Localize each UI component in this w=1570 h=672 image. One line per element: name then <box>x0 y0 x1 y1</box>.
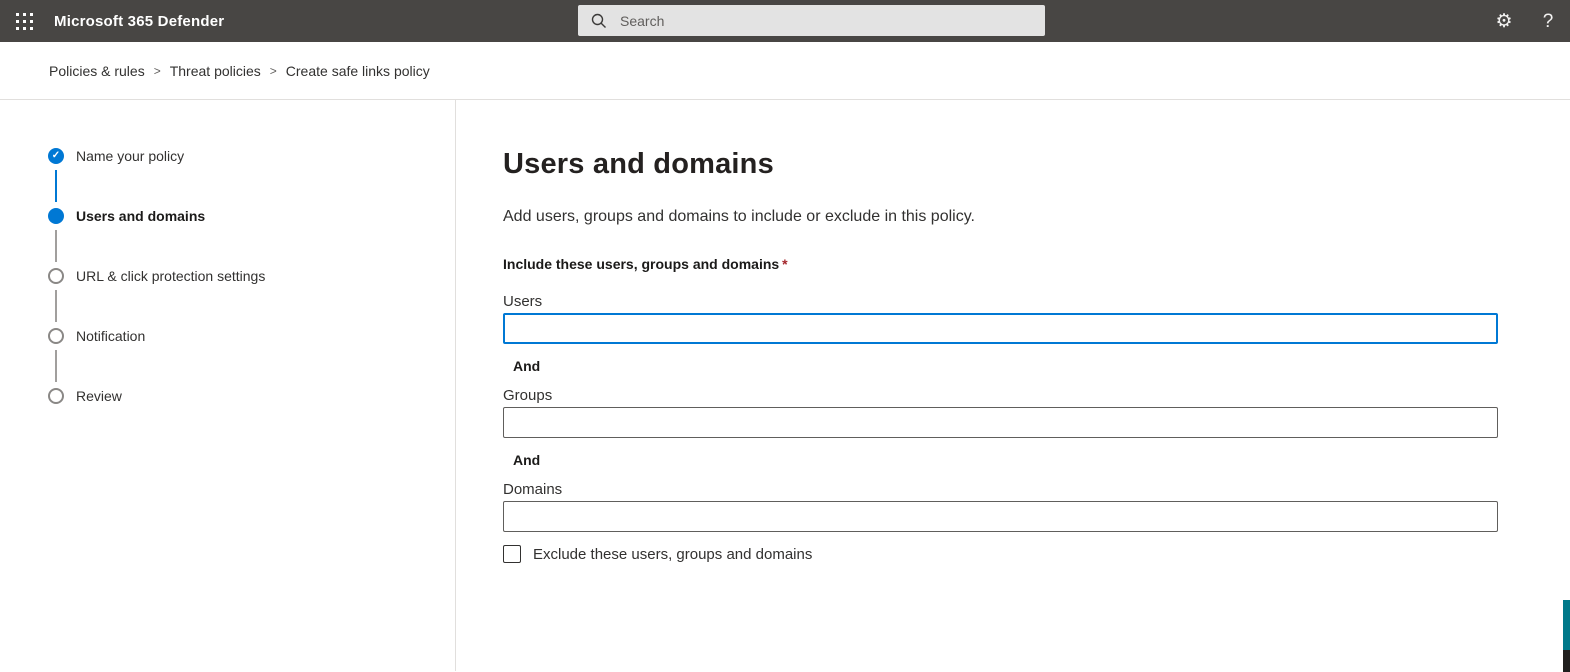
step-label: Name your policy <box>76 149 184 164</box>
checkmark-icon: ✓ <box>52 151 60 161</box>
app-title: Microsoft 365 Defender <box>54 13 224 30</box>
exclude-checkbox-row: Exclude these users, groups and domains <box>503 545 1570 563</box>
groups-field-label: Groups <box>503 387 1570 404</box>
gear-icon: ⚙ <box>1495 12 1512 31</box>
step-connector <box>55 170 57 202</box>
step-upcoming-icon <box>48 268 64 284</box>
waffle-icon <box>16 13 33 30</box>
app-launcher-button[interactable] <box>0 0 48 42</box>
breadcrumb-threat-policies[interactable]: Threat policies <box>170 63 261 79</box>
exclude-checkbox[interactable] <box>503 545 521 563</box>
step-connector <box>55 350 57 382</box>
step-connector <box>55 230 57 262</box>
required-asterisk: * <box>782 256 787 272</box>
step-review[interactable]: Review <box>48 388 455 448</box>
step-url-click-protection-settings[interactable]: URL & click protection settings <box>48 268 455 328</box>
feedback-tab-edge[interactable] <box>1563 600 1570 650</box>
breadcrumb-separator: > <box>270 64 277 78</box>
search-input[interactable] <box>618 5 1045 36</box>
help-icon: ? <box>1543 12 1554 31</box>
page-description: Add users, groups and domains to include… <box>503 208 1570 226</box>
step-completed-icon: ✓ <box>48 148 64 164</box>
content-area: ✓ Name your policy Users and domains URL… <box>0 100 1570 671</box>
step-label: Notification <box>76 329 145 344</box>
wizard-stepper-sidebar: ✓ Name your policy Users and domains URL… <box>0 100 456 671</box>
breadcrumb-policies-rules[interactable]: Policies & rules <box>49 63 145 79</box>
settings-button[interactable]: ⚙ <box>1482 0 1526 42</box>
include-section-label-text: Include these users, groups and domains <box>503 256 779 272</box>
feedback-tab-edge-dark <box>1563 650 1570 672</box>
users-input[interactable] <box>503 313 1498 344</box>
top-bar: Microsoft 365 Defender ⚙ ? <box>0 0 1570 42</box>
step-notification[interactable]: Notification <box>48 328 455 388</box>
page-title: Users and domains <box>503 148 1570 181</box>
step-upcoming-icon <box>48 388 64 404</box>
global-search[interactable] <box>578 5 1045 36</box>
step-label: Users and domains <box>76 209 205 224</box>
include-section-label: Include these users, groups and domains* <box>503 256 1570 272</box>
help-button[interactable]: ? <box>1526 0 1570 42</box>
step-current-icon <box>48 208 64 224</box>
and-label: And <box>513 358 1570 374</box>
step-upcoming-icon <box>48 328 64 344</box>
domains-field-label: Domains <box>503 481 1570 498</box>
breadcrumb-separator: > <box>154 64 161 78</box>
search-icon <box>591 13 607 29</box>
breadcrumb: Policies & rules > Threat policies > Cre… <box>0 42 1570 100</box>
step-connector <box>55 290 57 322</box>
users-field-label: Users <box>503 293 1570 310</box>
step-users-and-domains[interactable]: Users and domains <box>48 208 455 268</box>
breadcrumb-create-safe-links-policy: Create safe links policy <box>286 63 430 79</box>
domains-input[interactable] <box>503 501 1498 532</box>
groups-input[interactable] <box>503 407 1498 438</box>
step-label: URL & click protection settings <box>76 269 265 284</box>
step-label: Review <box>76 389 122 404</box>
exclude-checkbox-label: Exclude these users, groups and domains <box>533 546 812 563</box>
and-label: And <box>513 452 1570 468</box>
topbar-actions: ⚙ ? <box>1482 0 1570 42</box>
main-panel: Users and domains Add users, groups and … <box>456 100 1570 671</box>
step-name-your-policy[interactable]: ✓ Name your policy <box>48 148 455 208</box>
